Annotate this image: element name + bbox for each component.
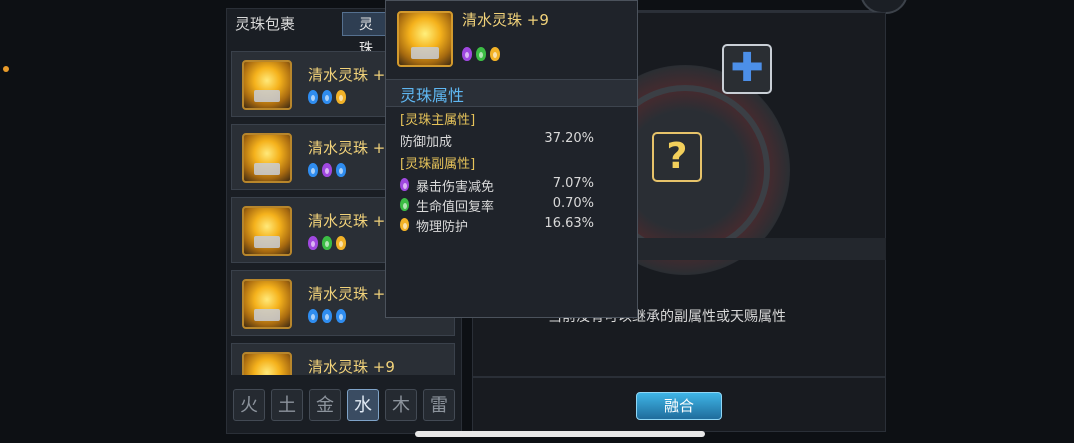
- item-name: 清水灵珠 +9: [308, 139, 395, 157]
- main-stat-row: 防御加成 37.20%: [400, 131, 594, 150]
- tooltip-header-label: 灵珠属性: [400, 86, 465, 105]
- tooltip-flames: [462, 47, 500, 61]
- stat-label: 生命值回复率: [416, 200, 495, 215]
- notification-dot: [3, 66, 9, 72]
- fuse-button[interactable]: 融合: [636, 392, 722, 420]
- filter-thunder[interactable]: 雷: [423, 389, 455, 421]
- water-pearl-icon: [397, 11, 453, 67]
- question-icon: ?: [666, 136, 688, 177]
- gold-flame-icon: [400, 218, 409, 231]
- item-flames: [308, 163, 346, 177]
- blue-flame-icon: [308, 309, 318, 323]
- stat-label: 物理防护: [416, 220, 469, 235]
- purple-flame-icon: [462, 47, 472, 61]
- green-flame-icon: [400, 198, 409, 211]
- list-item[interactable]: 清水灵珠 +9: [231, 343, 455, 375]
- stat-value: 0.70%: [552, 196, 594, 211]
- blue-flame-icon: [308, 90, 318, 104]
- blue-flame-icon: [308, 163, 318, 177]
- blue-flame-icon: [322, 90, 332, 104]
- blue-flame-icon: [336, 163, 346, 177]
- item-name: 清水灵珠 +9: [308, 212, 395, 230]
- stat-label: 防御加成: [400, 135, 453, 150]
- blue-flame-icon: [336, 309, 346, 323]
- item-name: 清水灵珠 +9: [308, 358, 395, 375]
- filter-fire[interactable]: 火: [233, 389, 265, 421]
- purple-flame-icon: [400, 178, 409, 191]
- pearl-tooltip: 清水灵珠 +9 灵珠属性 [灵珠主属性] 防御加成 37.20% [灵珠副属性]…: [385, 0, 638, 318]
- water-pearl-icon: [242, 133, 292, 183]
- element-filter-bar: 火 土 金 水 木 雷: [233, 389, 455, 421]
- sub-stat-row: 暴击伤害减免 7.07%: [400, 176, 594, 195]
- item-name: 清水灵珠 +: [308, 66, 386, 84]
- filter-wood[interactable]: 木: [385, 389, 417, 421]
- water-pearl-icon: [242, 206, 292, 256]
- bag-title: 灵珠包裹: [235, 15, 296, 33]
- item-flames: [308, 236, 346, 250]
- item-name: 清水灵珠 +9: [308, 285, 395, 303]
- water-pearl-icon: [242, 352, 292, 375]
- tooltip-item-name: 清水灵珠 +9: [462, 11, 549, 29]
- gold-flame-icon: [336, 90, 346, 104]
- main-stat-section-title: [灵珠主属性]: [400, 113, 476, 128]
- plus-icon: ✚: [730, 45, 764, 91]
- result-slot[interactable]: ?: [652, 132, 702, 182]
- item-flames: [308, 90, 346, 104]
- purple-flame-icon: [322, 163, 332, 177]
- filter-water[interactable]: 水: [347, 389, 379, 421]
- home-indicator[interactable]: [415, 431, 705, 437]
- water-pearl-icon: [242, 60, 292, 110]
- gold-flame-icon: [490, 47, 500, 61]
- green-flame-icon: [476, 47, 486, 61]
- water-pearl-icon: [242, 279, 292, 329]
- stat-label: 暴击伤害减免: [416, 180, 495, 195]
- stat-value: 16.63%: [544, 216, 594, 231]
- item-flames: [308, 309, 346, 323]
- stat-value: 37.20%: [544, 131, 594, 146]
- green-flame-icon: [322, 236, 332, 250]
- fusion-bottom-divider: [472, 376, 886, 378]
- sub-stat-row: 生命值回复率 0.70%: [400, 196, 594, 215]
- sub-stat-row: 物理防护 16.63%: [400, 216, 594, 235]
- filter-earth[interactable]: 土: [271, 389, 303, 421]
- tab-pearls[interactable]: 灵珠: [342, 12, 386, 57]
- blue-flame-icon: [322, 309, 332, 323]
- gold-flame-icon: [336, 236, 346, 250]
- stat-value: 7.07%: [552, 176, 594, 191]
- purple-flame-icon: [308, 236, 318, 250]
- tooltip-header: 灵珠属性: [386, 79, 637, 107]
- filter-metal[interactable]: 金: [309, 389, 341, 421]
- sub-stat-section-title: [灵珠副属性]: [400, 157, 476, 172]
- add-pearl-slot[interactable]: ✚: [722, 44, 772, 94]
